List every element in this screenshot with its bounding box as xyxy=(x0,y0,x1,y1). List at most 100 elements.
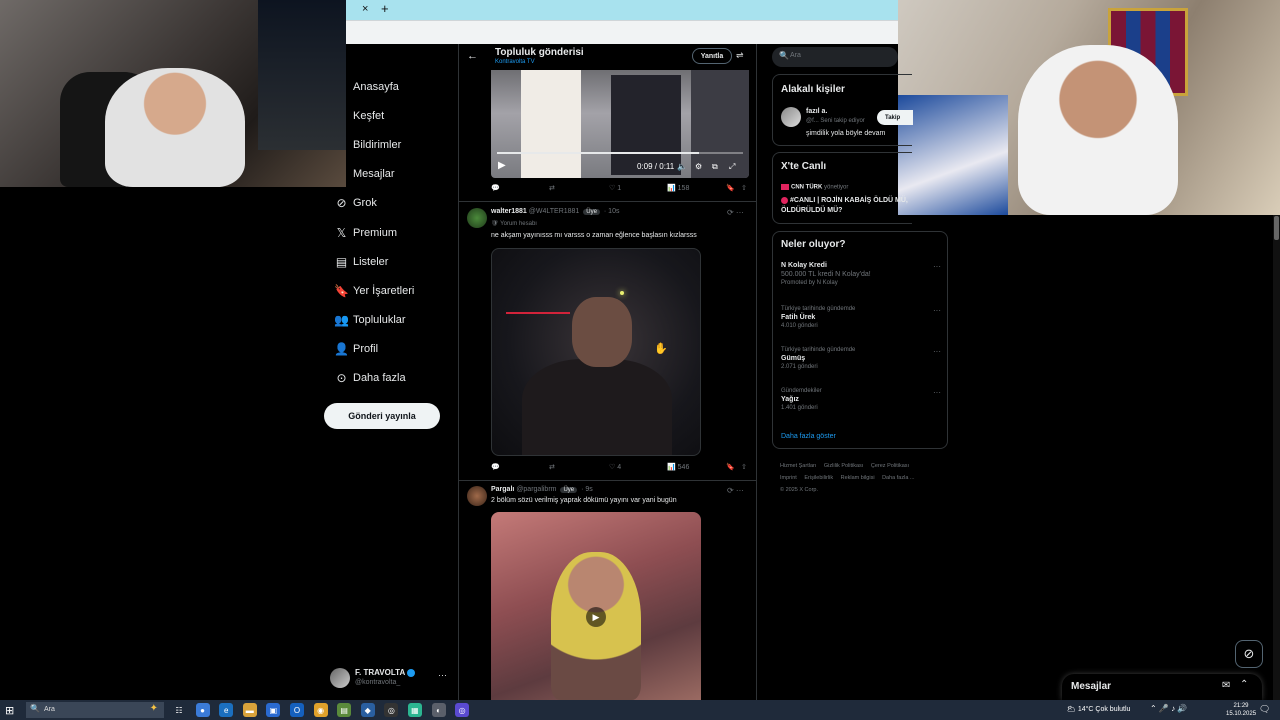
footer-link[interactable]: Çerez Politikası xyxy=(871,463,909,469)
bookmark-icon[interactable]: 🔖 xyxy=(726,463,735,471)
avatar[interactable] xyxy=(467,208,487,228)
post-video[interactable]: ▶ xyxy=(491,512,701,700)
search-input[interactable]: 🔍 Ara xyxy=(772,47,898,67)
fullscreen-icon[interactable]: ⤢ xyxy=(729,162,735,172)
messages-drawer[interactable]: Mesajlar ✉ ⌃ xyxy=(1062,674,1262,700)
share-icon[interactable]: ⇧ xyxy=(741,463,747,471)
trend-item[interactable]: Türkiye tarihinde gündemde Fatih Ürek 4.… xyxy=(781,306,941,329)
footer-link[interactable]: Imprint xyxy=(780,475,797,481)
nav-bookmarks[interactable]: 🔖 Yer İşaretleri xyxy=(330,276,458,305)
nav-lists[interactable]: ▤ Listeler xyxy=(330,247,458,276)
pip-icon[interactable]: ⧉ xyxy=(712,162,718,172)
nav-notifications[interactable]: Bildirimler xyxy=(330,130,458,159)
taskbar-app-icon[interactable]: ◉ xyxy=(313,703,328,717)
show-more-link[interactable]: Daha fazla göster xyxy=(781,433,836,440)
related-name[interactable]: fazıl a. xyxy=(806,108,827,115)
community-link[interactable]: Kontravolta TV xyxy=(495,59,535,65)
retweet-icon[interactable]: ⇄ xyxy=(549,463,555,471)
play-icon[interactable]: ▶ xyxy=(586,607,606,627)
trend-item[interactable]: Türkiye tarihinde gündemde Gümüş 2.071 g… xyxy=(781,347,941,370)
live-headline[interactable]: #CANLI | ROJİN KABAİŞ ÖLDÜ MÜ, ÖLDÜRÜLDÜ… xyxy=(781,196,912,216)
nav-home[interactable]: Anasayfa xyxy=(330,72,458,101)
video-player[interactable]: ▶ 0:09 / 0:11 🔈 ⚙ ⧉ ⤢ xyxy=(491,70,749,178)
new-tab-icon[interactable]: + xyxy=(381,1,389,16)
footer-link[interactable]: Hizmet Şartları xyxy=(780,463,816,469)
follow-button[interactable]: Takip xyxy=(877,110,913,125)
video-progress-bar[interactable] xyxy=(497,152,743,154)
gear-icon[interactable]: ⚙ xyxy=(695,162,702,171)
views-icon[interactable]: 📊 158 xyxy=(667,184,689,192)
taskbar-app-icon[interactable]: ▦ xyxy=(407,703,422,717)
more-dots-icon[interactable]: ··· xyxy=(933,262,941,271)
views-icon[interactable]: 📊 546 xyxy=(667,463,689,471)
post-author[interactable]: walter1881 xyxy=(491,208,527,215)
taskbar-app-icon[interactable]: ◐ xyxy=(431,703,446,717)
nav-profile[interactable]: 👤 Profil xyxy=(330,335,458,364)
taskbar-app-icon[interactable]: ◎ xyxy=(384,703,399,717)
scrollbar[interactable] xyxy=(1273,215,1280,700)
bookmark-icon[interactable]: 🔖 xyxy=(726,184,735,192)
footer-link[interactable]: Erişilebilirlik xyxy=(804,475,833,481)
webcam-left xyxy=(0,0,346,187)
share-icon[interactable]: ⇧ xyxy=(741,184,747,192)
reply-button[interactable]: Yanıtla xyxy=(692,48,732,64)
close-tab-icon[interactable]: × xyxy=(362,3,368,15)
post-handle[interactable]: @W4LTER1881 xyxy=(529,208,580,215)
taskbar-search-input[interactable]: 🔍 Ara ✦ xyxy=(26,702,164,718)
like-icon[interactable]: ♡ 1 xyxy=(609,184,621,192)
nav-explore[interactable]: Keşfet xyxy=(330,101,458,130)
taskbar-app-icon[interactable]: ▣ xyxy=(266,703,281,717)
taskbar-app-icon[interactable]: O xyxy=(289,703,304,717)
nav-communities[interactable]: 👥 Topluluklar xyxy=(330,306,458,335)
avatar[interactable] xyxy=(467,486,487,506)
back-arrow-icon[interactable]: ← xyxy=(467,50,478,62)
system-tray-icons[interactable]: ⌃ 🎤 ♪ 🔊 xyxy=(1150,704,1187,713)
taskbar-app-icon[interactable]: ▤ xyxy=(337,703,352,717)
taskbar-app-icon[interactable]: ● xyxy=(195,703,210,717)
nav-more[interactable]: ⊙ Daha fazla xyxy=(330,364,458,393)
copilot-sparkle-icon[interactable]: ✦ xyxy=(150,703,158,714)
notification-icon[interactable]: 🗨 xyxy=(1259,704,1270,715)
nav-premium[interactable]: 𝕏 Premium xyxy=(330,218,458,247)
more-dots-icon[interactable]: ··· xyxy=(933,306,941,315)
settings-icon[interactable]: ⇌ xyxy=(736,50,744,61)
like-icon[interactable]: ♡ 4 xyxy=(609,463,621,471)
avatar[interactable] xyxy=(781,107,801,127)
volume-icon[interactable]: 🔈 xyxy=(677,162,687,171)
nav-messages[interactable]: Mesajlar xyxy=(330,160,458,189)
more-dots-icon[interactable]: ··· xyxy=(933,347,941,356)
account-switcher[interactable]: F. TRAVOLTA @kontravolta_ ··· xyxy=(330,664,450,690)
post-video[interactable] xyxy=(491,248,701,456)
grok-icon[interactable]: ⊘ xyxy=(1235,640,1263,668)
footer-link[interactable]: Reklam bilgisi xyxy=(841,475,875,481)
trend-item[interactable]: N Kolay Kredi 500.000 TL kredi N Kolay'd… xyxy=(781,262,941,286)
taskbar-app-icon[interactable]: ◆ xyxy=(360,703,375,717)
reply-icon[interactable]: 💬 xyxy=(491,463,500,471)
post-author[interactable]: Pargalı xyxy=(491,486,514,493)
weather-widget[interactable]: 🌥 14°C Çok bulutlu xyxy=(1067,705,1130,713)
taskbar-app-icon[interactable]: ▬ xyxy=(242,703,257,717)
post-menu-icons[interactable]: ⟳ ··· xyxy=(727,486,744,495)
taskbar-app-icon[interactable]: ☷ xyxy=(172,703,186,717)
chevron-up-icon[interactable]: ⌃ xyxy=(1240,679,1248,690)
more-dots-icon[interactable]: ··· xyxy=(438,670,447,680)
reply-icon[interactable]: 💬 xyxy=(491,184,500,192)
compose-message-icon[interactable]: ✉ xyxy=(1222,680,1230,691)
footer-link[interactable]: Daha fazla ... xyxy=(882,475,914,481)
nav-grok[interactable]: ⊘ Grok xyxy=(330,189,458,218)
post-button[interactable]: Gönderi yayınla xyxy=(324,403,440,429)
more-dots-icon[interactable]: ··· xyxy=(933,388,941,397)
footer-link[interactable]: Gizlilik Politikası xyxy=(824,463,863,469)
taskbar-app-icon[interactable]: e xyxy=(219,703,234,717)
windows-start-icon[interactable]: ⊞ xyxy=(5,704,14,717)
scrollbar-thumb[interactable] xyxy=(1274,216,1279,240)
post-menu-icons[interactable]: ⟳ ··· xyxy=(727,208,744,217)
post-handle[interactable]: @pargalibrm xyxy=(516,486,556,493)
live-source[interactable]: CNN TÜRK yönetiyor xyxy=(781,184,848,191)
trend-item[interactable]: Gündemdekiler Yağız 1.401 gönderi ··· xyxy=(781,388,941,411)
browser-address-bar[interactable] xyxy=(346,20,898,44)
clock[interactable]: 21:29 15.10.2025 xyxy=(1226,702,1256,718)
retweet-icon[interactable]: ⇄ xyxy=(549,184,555,192)
taskbar-app-icon[interactable]: ◎ xyxy=(455,703,470,717)
play-icon[interactable]: ▶ xyxy=(498,160,506,171)
